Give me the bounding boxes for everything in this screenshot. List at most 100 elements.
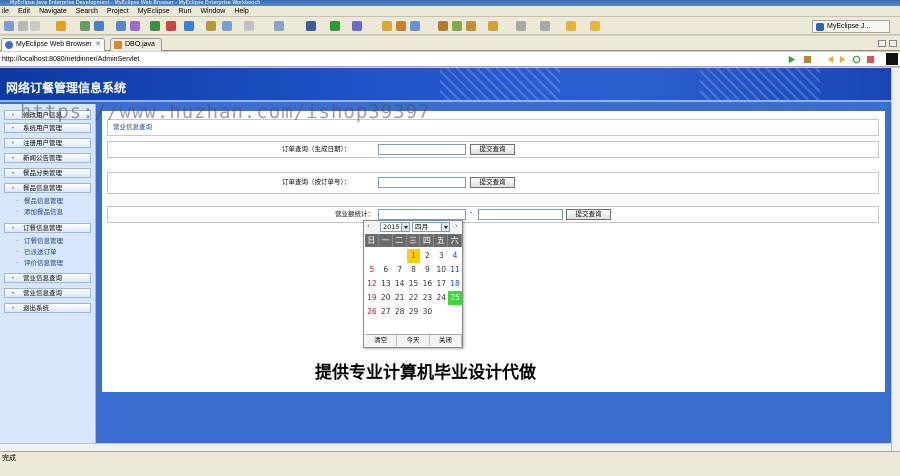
calendar-day[interactable]: 26 bbox=[365, 305, 379, 319]
task-icon[interactable] bbox=[382, 21, 392, 31]
calendar-day[interactable]: 20 bbox=[379, 291, 393, 305]
stats-end-input[interactable] bbox=[478, 209, 563, 220]
query-no-input[interactable] bbox=[378, 177, 466, 188]
calendar-day[interactable]: 23 bbox=[420, 291, 434, 305]
menu-edit[interactable]: Edit bbox=[18, 6, 30, 17]
outline-icon[interactable] bbox=[222, 21, 232, 31]
sidebar-item-categories[interactable]: 餐品分类管理 bbox=[4, 168, 91, 178]
vertical-scrollbar[interactable] bbox=[891, 68, 900, 451]
calendar-day[interactable]: 11 bbox=[448, 263, 462, 277]
month-select[interactable]: 四月 bbox=[412, 222, 450, 232]
calendar-day[interactable]: 24 bbox=[434, 291, 448, 305]
refresh-icon[interactable] bbox=[852, 55, 861, 64]
calendar-day[interactable]: 2 bbox=[420, 249, 434, 263]
save-icon[interactable] bbox=[18, 21, 28, 31]
calendar-day[interactable]: 28 bbox=[393, 305, 407, 319]
prev-annotation-icon[interactable] bbox=[540, 21, 550, 31]
menu-window[interactable]: Window bbox=[200, 6, 225, 17]
gear-icon[interactable] bbox=[306, 21, 316, 31]
tool-icon[interactable] bbox=[206, 21, 216, 31]
stop-page-icon[interactable] bbox=[866, 55, 875, 64]
back-icon[interactable] bbox=[566, 21, 576, 31]
menu-help[interactable]: Help bbox=[234, 6, 248, 17]
calendar-day[interactable]: 17 bbox=[434, 277, 448, 291]
menu-project[interactable]: Project bbox=[107, 6, 129, 17]
calendar-day[interactable]: 16 bbox=[420, 277, 434, 291]
perspective-switcher[interactable]: MyEclipse J... bbox=[812, 20, 890, 33]
clear-button[interactable]: 清空 bbox=[365, 335, 398, 346]
wrench-icon[interactable] bbox=[438, 21, 448, 31]
calendar-day[interactable]: 15 bbox=[407, 277, 421, 291]
sidebar-item-business-query[interactable]: 营业信息查询 bbox=[4, 273, 91, 283]
calendar-day[interactable]: 10 bbox=[434, 263, 448, 277]
year-select[interactable]: 2015 bbox=[380, 222, 410, 232]
sidebar-item-logout[interactable]: 退出系统 bbox=[4, 303, 91, 313]
sidebar-sub-food-add[interactable]: 添加餐品信息 bbox=[16, 208, 63, 217]
calendar-day[interactable]: 13 bbox=[379, 277, 393, 291]
view-icon[interactable] bbox=[886, 53, 898, 65]
leaf-icon[interactable] bbox=[452, 21, 462, 31]
forward-icon[interactable] bbox=[590, 21, 600, 31]
calendar-day[interactable]: 3 bbox=[434, 249, 448, 263]
sidebar-item-registered-users[interactable]: 注册用户管理 bbox=[4, 138, 91, 148]
next-month-icon[interactable]: › bbox=[455, 222, 458, 230]
edit-icon[interactable] bbox=[396, 21, 406, 31]
calendar-day[interactable]: 4 bbox=[448, 249, 462, 263]
browser-icon[interactable] bbox=[150, 21, 160, 31]
prev-month-icon[interactable]: ‹ bbox=[367, 222, 370, 230]
db-icon[interactable] bbox=[130, 21, 140, 31]
tab-web-browser[interactable]: MyEclipse Web Browser ✕ bbox=[1, 38, 105, 51]
close-button[interactable]: 关闭 bbox=[429, 335, 462, 346]
menu-search[interactable]: Search bbox=[76, 6, 98, 17]
sidebar-item-orders[interactable]: 订餐信息管理 bbox=[4, 223, 91, 233]
sidebar-item-news[interactable]: 新闻公告管理 bbox=[4, 153, 91, 163]
calendar-day[interactable]: 7 bbox=[393, 263, 407, 277]
submit-no-button[interactable]: 提交查询 bbox=[470, 177, 515, 188]
folder-icon[interactable] bbox=[56, 21, 66, 31]
calendar-day[interactable]: 9 bbox=[420, 263, 434, 277]
tab-dbo-java[interactable]: DBO.java bbox=[110, 38, 162, 51]
back-arrow-icon[interactable] bbox=[826, 55, 835, 64]
sidebar-sub-orders-delivered[interactable]: 已派送订单 bbox=[16, 248, 56, 257]
new-icon[interactable] bbox=[4, 21, 14, 31]
stats-start-input[interactable] bbox=[378, 209, 466, 220]
calendar-day[interactable]: 27 bbox=[379, 305, 393, 319]
sidebar-sub-orders-manage[interactable]: 订餐信息管理 bbox=[16, 237, 63, 246]
open-folder-icon[interactable] bbox=[488, 21, 498, 31]
menu-run[interactable]: Run bbox=[179, 6, 192, 17]
menu-navigate[interactable]: Navigate bbox=[39, 6, 67, 17]
deploy-icon[interactable] bbox=[80, 21, 90, 31]
calendar-day[interactable]: 12 bbox=[365, 277, 379, 291]
package-icon[interactable] bbox=[274, 21, 284, 31]
go-icon[interactable] bbox=[787, 55, 796, 64]
query-date-input[interactable] bbox=[378, 144, 466, 155]
menu-file[interactable]: ile bbox=[2, 6, 9, 17]
calendar-day[interactable]: 5 bbox=[365, 263, 379, 277]
calendar-day[interactable]: 21 bbox=[393, 291, 407, 305]
sidebar-sub-reviews[interactable]: 评价信息管理 bbox=[16, 259, 63, 268]
sidebar-sub-food-manage[interactable]: 餐品信息管理 bbox=[16, 197, 63, 206]
calendar-day[interactable]: 22 bbox=[407, 291, 421, 305]
horizontal-scrollbar[interactable] bbox=[0, 443, 891, 451]
minimize-icon[interactable] bbox=[878, 40, 886, 47]
layout-icon[interactable] bbox=[244, 21, 254, 31]
today-button[interactable]: 今天 bbox=[397, 335, 430, 346]
server-icon[interactable] bbox=[94, 21, 104, 31]
calendar-day[interactable]: 1 bbox=[406, 249, 421, 263]
calendar-day[interactable]: 18 bbox=[448, 277, 462, 291]
sidebar-item-food[interactable]: 餐品信息管理 bbox=[4, 183, 91, 193]
calendar-day[interactable]: 29 bbox=[407, 305, 421, 319]
sidebar-item-business-query-2[interactable]: 营业信息查询 bbox=[4, 288, 91, 298]
menu-myeclipse[interactable]: MyEclipse bbox=[138, 6, 170, 17]
key-icon[interactable] bbox=[466, 21, 476, 31]
calendar-day[interactable]: 30 bbox=[420, 305, 434, 319]
forward-arrow-icon[interactable] bbox=[838, 55, 847, 64]
sidebar-item-system-users[interactable]: 系统用户管理 bbox=[4, 123, 91, 133]
maximize-icon[interactable] bbox=[889, 40, 897, 47]
calendar-day[interactable]: 14 bbox=[393, 277, 407, 291]
url-input[interactable]: http://localhost:8080/netdinner/AdminSer… bbox=[2, 54, 139, 65]
stop-icon[interactable] bbox=[166, 21, 176, 31]
search-icon[interactable] bbox=[352, 21, 362, 31]
paint-icon[interactable] bbox=[410, 21, 420, 31]
submit-stats-button[interactable]: 提交查询 bbox=[566, 209, 611, 220]
